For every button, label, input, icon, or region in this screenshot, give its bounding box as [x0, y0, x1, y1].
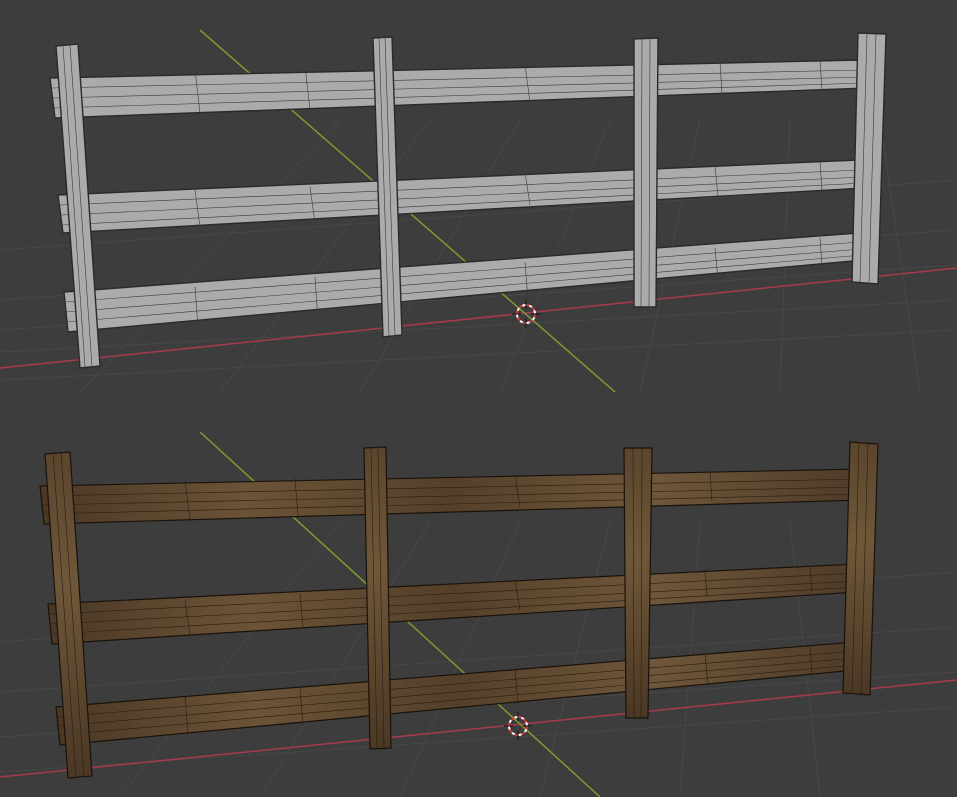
post-3 [633, 37, 659, 308]
post-3 [623, 447, 653, 719]
viewport-solid-shading[interactable] [0, 0, 957, 392]
viewport-material-preview[interactable] [0, 392, 957, 797]
